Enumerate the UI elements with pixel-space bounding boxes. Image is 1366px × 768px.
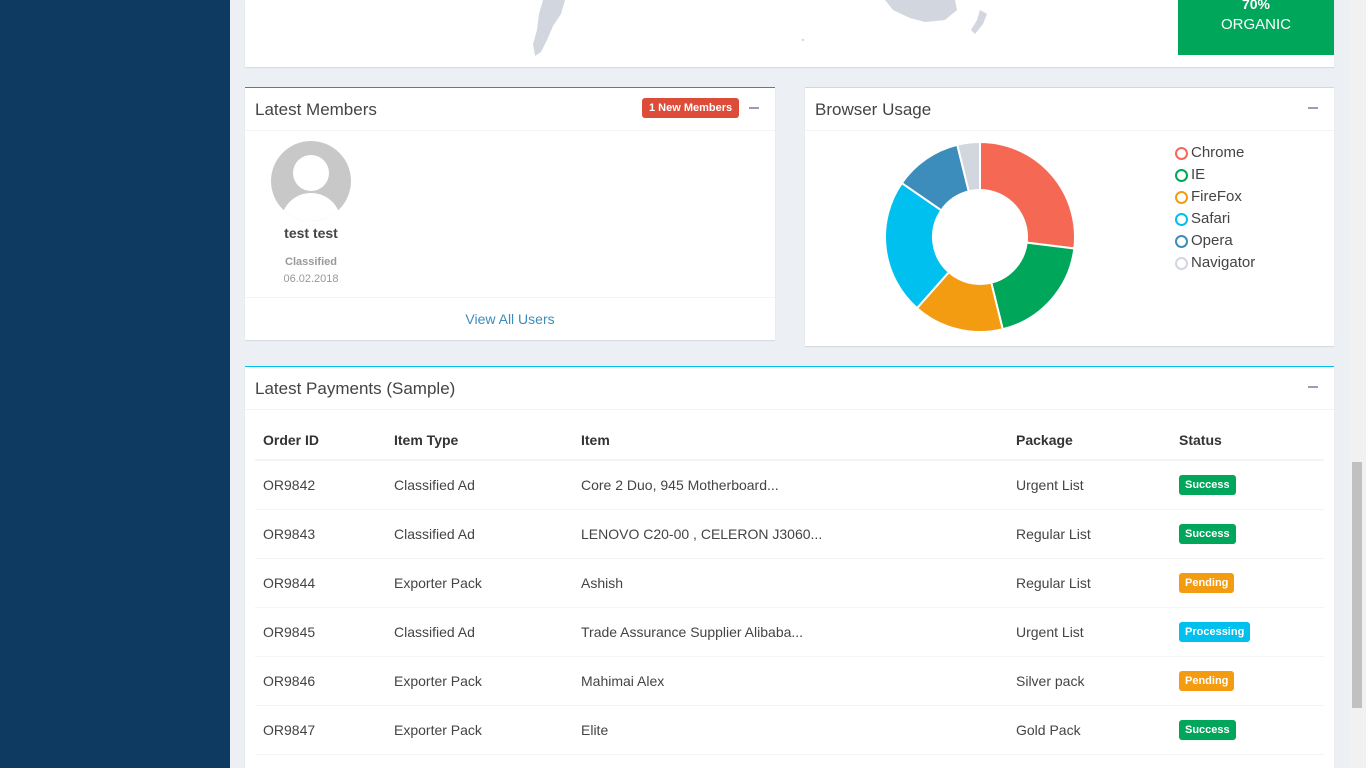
collapse-minus-icon[interactable] xyxy=(1308,386,1318,388)
package: Urgent List xyxy=(1008,607,1171,657)
members-footer: View All Users xyxy=(245,297,775,341)
organic-percent: 70% xyxy=(1241,0,1271,12)
table-row: OR9845 Classified Ad Trade Assurance Sup… xyxy=(255,607,1324,657)
order-id[interactable]: OR9842 xyxy=(255,460,386,510)
status-badge: Success xyxy=(1179,474,1236,495)
item-type: Classified Ad xyxy=(386,607,573,657)
table-row: OR9847 Exporter Pack Elite Gold Pack Suc… xyxy=(255,705,1324,755)
package: Urgent List xyxy=(1008,460,1171,510)
order-id[interactable]: OR9847 xyxy=(255,705,386,755)
item-type: Exporter Pack xyxy=(386,656,573,706)
status-cell: Success xyxy=(1171,705,1324,755)
order-id[interactable]: OR9843 xyxy=(255,509,386,559)
visitors-map-box: 70% ORGANIC xyxy=(245,0,1334,67)
item: Elite xyxy=(573,705,1008,755)
status-badge: Pending xyxy=(1179,572,1235,593)
status-cell: Processing xyxy=(1171,607,1324,657)
header-order-id: Order ID xyxy=(255,420,386,461)
payments-table: Order ID Item Type Item Package Status O… xyxy=(255,420,1324,755)
item: LENOVO C20-00 , CELERON J3060... xyxy=(573,509,1008,559)
donut-slice-ie[interactable] xyxy=(990,241,1075,331)
item-type: Exporter Pack xyxy=(386,705,573,755)
item: Mahimai Alex xyxy=(573,656,1008,706)
header-status: Status xyxy=(1171,420,1324,461)
status-cell: Pending xyxy=(1171,558,1324,608)
box-header: Browser Usage xyxy=(805,88,1334,131)
organic-stat-tile: 70% ORGANIC xyxy=(1178,0,1334,55)
header-package: Package xyxy=(1008,420,1171,461)
member-item[interactable]: test test Classified 06.02.2018 xyxy=(245,88,377,293)
new-members-badge: 1 New Members xyxy=(642,98,740,118)
header-item: Item xyxy=(573,420,1008,461)
view-all-users-link[interactable]: View All Users xyxy=(465,311,554,327)
avatar xyxy=(271,141,351,221)
browser-donut-chart xyxy=(885,142,1075,332)
table-row: OR9843 Classified Ad LENOVO C20-00 , CEL… xyxy=(255,509,1324,559)
item-type: Exporter Pack xyxy=(386,558,573,608)
collapse-minus-icon[interactable] xyxy=(1308,107,1318,109)
box-header: Latest Payments (Sample) xyxy=(245,367,1334,410)
collapse-minus-icon[interactable] xyxy=(749,107,759,109)
payments-title: Latest Payments (Sample) xyxy=(255,379,456,398)
status-cell: Success xyxy=(1171,460,1324,510)
table-header-row: Order ID Item Type Item Package Status xyxy=(255,420,1324,461)
item-type: Classified Ad xyxy=(386,460,573,510)
member-name[interactable]: test test xyxy=(245,225,377,241)
order-id[interactable]: OR9846 xyxy=(255,656,386,706)
package: Regular List xyxy=(1008,558,1171,608)
latest-payments-box: Latest Payments (Sample) Order ID Item T… xyxy=(245,366,1334,768)
order-id[interactable]: OR9845 xyxy=(255,607,386,657)
status-badge: Success xyxy=(1179,719,1236,740)
scrollbar-thumb[interactable] xyxy=(1352,462,1362,708)
member-role: Classified xyxy=(285,256,337,268)
status-badge: Processing xyxy=(1179,621,1251,642)
status-cell: Success xyxy=(1171,509,1324,559)
donut-slice-chrome[interactable] xyxy=(979,142,1075,250)
item: Trade Assurance Supplier Alibaba... xyxy=(573,607,1008,657)
table-row: OR9844 Exporter Pack Ashish Regular List… xyxy=(255,558,1324,608)
latest-members-box: Latest Members 1 New Members test test C… xyxy=(245,87,775,340)
sidebar xyxy=(0,0,230,768)
package: Silver pack xyxy=(1008,656,1171,706)
browser-title: Browser Usage xyxy=(815,100,932,119)
package: Regular List xyxy=(1008,509,1171,559)
table-row: OR9842 Classified Ad Core 2 Duo, 945 Mot… xyxy=(255,460,1324,510)
member-date: 06.02.2018 xyxy=(283,273,339,285)
table-row: OR9846 Exporter Pack Mahimai Alex Silver… xyxy=(255,656,1324,706)
item: Ashish xyxy=(573,558,1008,608)
item: Core 2 Duo, 945 Motherboard... xyxy=(573,460,1008,510)
world-map xyxy=(533,0,987,56)
browser-usage-box: Browser Usage Chrome IE FireFox Safari O… xyxy=(805,87,1334,346)
status-badge: Pending xyxy=(1179,670,1235,691)
order-id[interactable]: OR9844 xyxy=(255,558,386,608)
item-type: Classified Ad xyxy=(386,509,573,559)
page-scrollbar[interactable] xyxy=(1349,0,1366,768)
organic-label: ORGANIC xyxy=(1220,16,1291,33)
package: Gold Pack xyxy=(1008,705,1171,755)
header-item-type: Item Type xyxy=(386,420,573,461)
status-cell: Pending xyxy=(1171,656,1324,706)
status-badge: Success xyxy=(1179,523,1236,544)
